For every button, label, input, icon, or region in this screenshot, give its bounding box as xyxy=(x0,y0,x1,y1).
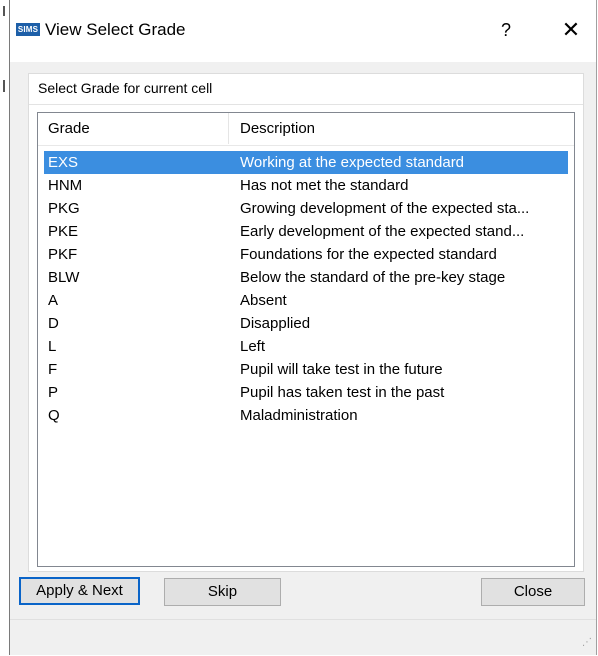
grade-description: Maladministration xyxy=(240,407,358,424)
apply-next-button[interactable]: Apply & Next xyxy=(19,577,140,605)
grade-row[interactable]: EXS Working at the expected standard xyxy=(44,151,568,174)
grade-code: EXS xyxy=(48,154,79,171)
grade-code: PKE xyxy=(48,223,79,240)
grade-description: Below the standard of the pre-key stage xyxy=(240,269,506,286)
grade-row[interactable]: F Pupil will take test in the future xyxy=(44,358,568,381)
column-header-description[interactable]: Description xyxy=(240,119,315,139)
grade-code: PKF xyxy=(48,246,78,263)
grade-code: P xyxy=(48,384,59,401)
grade-row[interactable]: P Pupil has taken test in the past xyxy=(44,381,568,404)
grade-code: HNM xyxy=(48,177,83,194)
edge-mark xyxy=(3,80,5,92)
grade-description: Pupil has taken test in the past xyxy=(240,384,445,401)
group-divider xyxy=(29,104,583,105)
grade-row[interactable]: PKF Foundations for the expected standard xyxy=(44,243,568,266)
background-window-edge xyxy=(0,0,9,656)
close-button[interactable]: Close xyxy=(481,578,585,606)
grade-code: BLW xyxy=(48,269,80,286)
window-title: View Select Grade xyxy=(45,20,186,39)
list-header: Grade Description xyxy=(38,113,574,146)
grade-list[interactable]: Grade Description EXS Working at the expe… xyxy=(37,112,575,567)
help-button[interactable]: ? xyxy=(494,18,518,42)
view-select-grade-dialog: SIMS View Select Grade ? ✕ Select Grade … xyxy=(9,0,597,655)
skip-button[interactable]: Skip xyxy=(164,578,281,606)
grade-row[interactable]: D Disapplied xyxy=(44,312,568,335)
grade-row[interactable]: PKG Growing development of the expected s… xyxy=(44,197,568,220)
grade-description: Foundations for the expected standard xyxy=(240,246,497,263)
grade-row[interactable]: HNM Has not met the standard xyxy=(44,174,568,197)
grade-description: Absent xyxy=(240,292,287,309)
grade-code: PKG xyxy=(48,200,80,217)
grade-description: Early development of the expected stand.… xyxy=(240,223,525,240)
grade-code: F xyxy=(48,361,58,378)
grade-row[interactable]: PKE Early development of the expected sta… xyxy=(44,220,568,243)
grade-row[interactable]: A Absent xyxy=(44,289,568,312)
grade-row[interactable]: BLW Below the standard of the pre-key sta… xyxy=(44,266,568,289)
grade-code: L xyxy=(48,338,57,355)
title-bar[interactable]: SIMS View Select Grade ? ✕ xyxy=(10,0,596,62)
sims-app-icon: SIMS xyxy=(16,23,40,36)
grade-rows: EXS Working at the expected standard HNM Ha… xyxy=(38,151,574,427)
grade-description: Disapplied xyxy=(240,315,311,332)
close-window-button[interactable]: ✕ xyxy=(558,16,584,44)
column-separator[interactable] xyxy=(228,113,229,144)
grade-description: Working at the expected standard xyxy=(240,154,465,171)
grade-description: Left xyxy=(240,338,266,355)
grade-description: Has not met the standard xyxy=(240,177,409,194)
status-bar: ⋰ xyxy=(10,619,596,655)
edge-mark xyxy=(3,6,5,16)
grade-row[interactable]: L Left xyxy=(44,335,568,358)
column-header-grade[interactable]: Grade xyxy=(48,119,90,139)
grade-select-group: Select Grade for current cell Grade Desc… xyxy=(28,73,584,572)
grade-description: Pupil will take test in the future xyxy=(240,361,443,378)
resize-grip-icon[interactable]: ⋰ xyxy=(580,637,592,649)
grade-code: Q xyxy=(48,407,60,424)
grade-row[interactable]: Q Maladministration xyxy=(44,404,568,427)
grade-code: D xyxy=(48,315,59,332)
grade-code: A xyxy=(48,292,59,309)
grade-description: Growing development of the expected sta.… xyxy=(240,200,530,217)
group-caption: Select Grade for current cell xyxy=(38,80,213,96)
